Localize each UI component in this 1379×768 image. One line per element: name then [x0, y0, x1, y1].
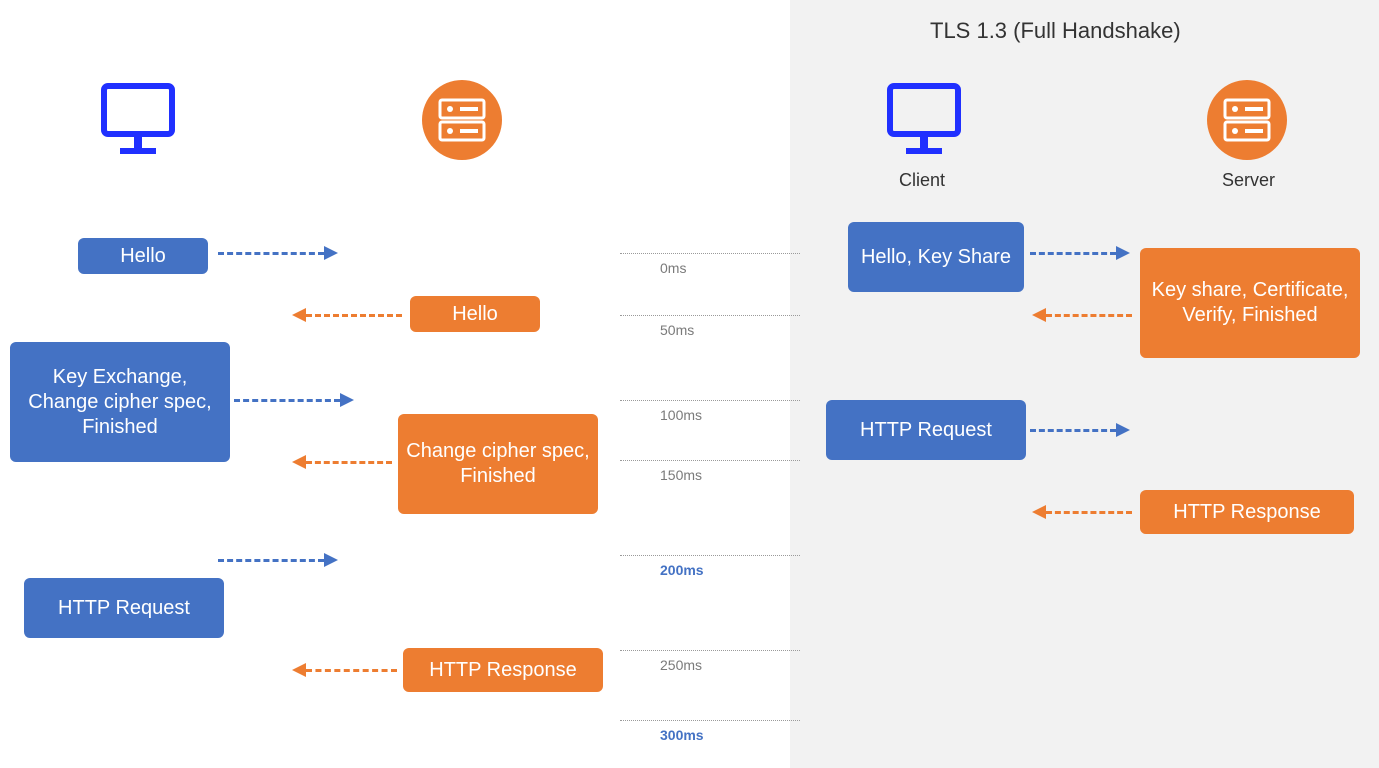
tls13-http-request: HTTP Request	[826, 400, 1026, 460]
time-150ms: 150ms	[660, 467, 702, 483]
tls13-client-hello: Hello, Key Share	[848, 222, 1024, 292]
time-tick	[620, 650, 800, 651]
time-tick	[620, 555, 800, 556]
time-250ms: 250ms	[660, 657, 702, 673]
time-100ms: 100ms	[660, 407, 702, 423]
tls12-client-hello: Hello	[78, 238, 208, 274]
time-tick	[620, 400, 800, 401]
client-label: Client	[899, 170, 945, 191]
tls12-server-finished: Change cipher spec, Finished	[398, 414, 598, 514]
tls13-server-finished: Key share, Certificate, Verify, Finished	[1140, 248, 1360, 358]
time-300ms: 300ms	[660, 727, 704, 743]
tls12-http-request: HTTP Request	[24, 578, 224, 638]
server-icon	[1205, 78, 1289, 162]
time-tick	[620, 315, 800, 316]
time-tick	[620, 460, 800, 461]
tls12-server-hello: Hello	[410, 296, 540, 332]
tls13-title: TLS 1.3 (Full Handshake)	[930, 18, 1181, 44]
tls12-key-exchange: Key Exchange, Change cipher spec, Finish…	[10, 342, 230, 462]
time-200ms: 200ms	[660, 562, 704, 578]
monitor-icon	[98, 82, 178, 158]
right-panel-bg	[790, 0, 1379, 768]
time-tick	[620, 720, 800, 721]
time-50ms: 50ms	[660, 322, 694, 338]
time-0ms: 0ms	[660, 260, 686, 276]
monitor-icon	[884, 82, 964, 158]
time-tick	[620, 253, 800, 254]
tls12-http-response: HTTP Response	[403, 648, 603, 692]
tls13-http-response: HTTP Response	[1140, 490, 1354, 534]
server-icon	[420, 78, 504, 162]
server-label: Server	[1222, 170, 1275, 191]
